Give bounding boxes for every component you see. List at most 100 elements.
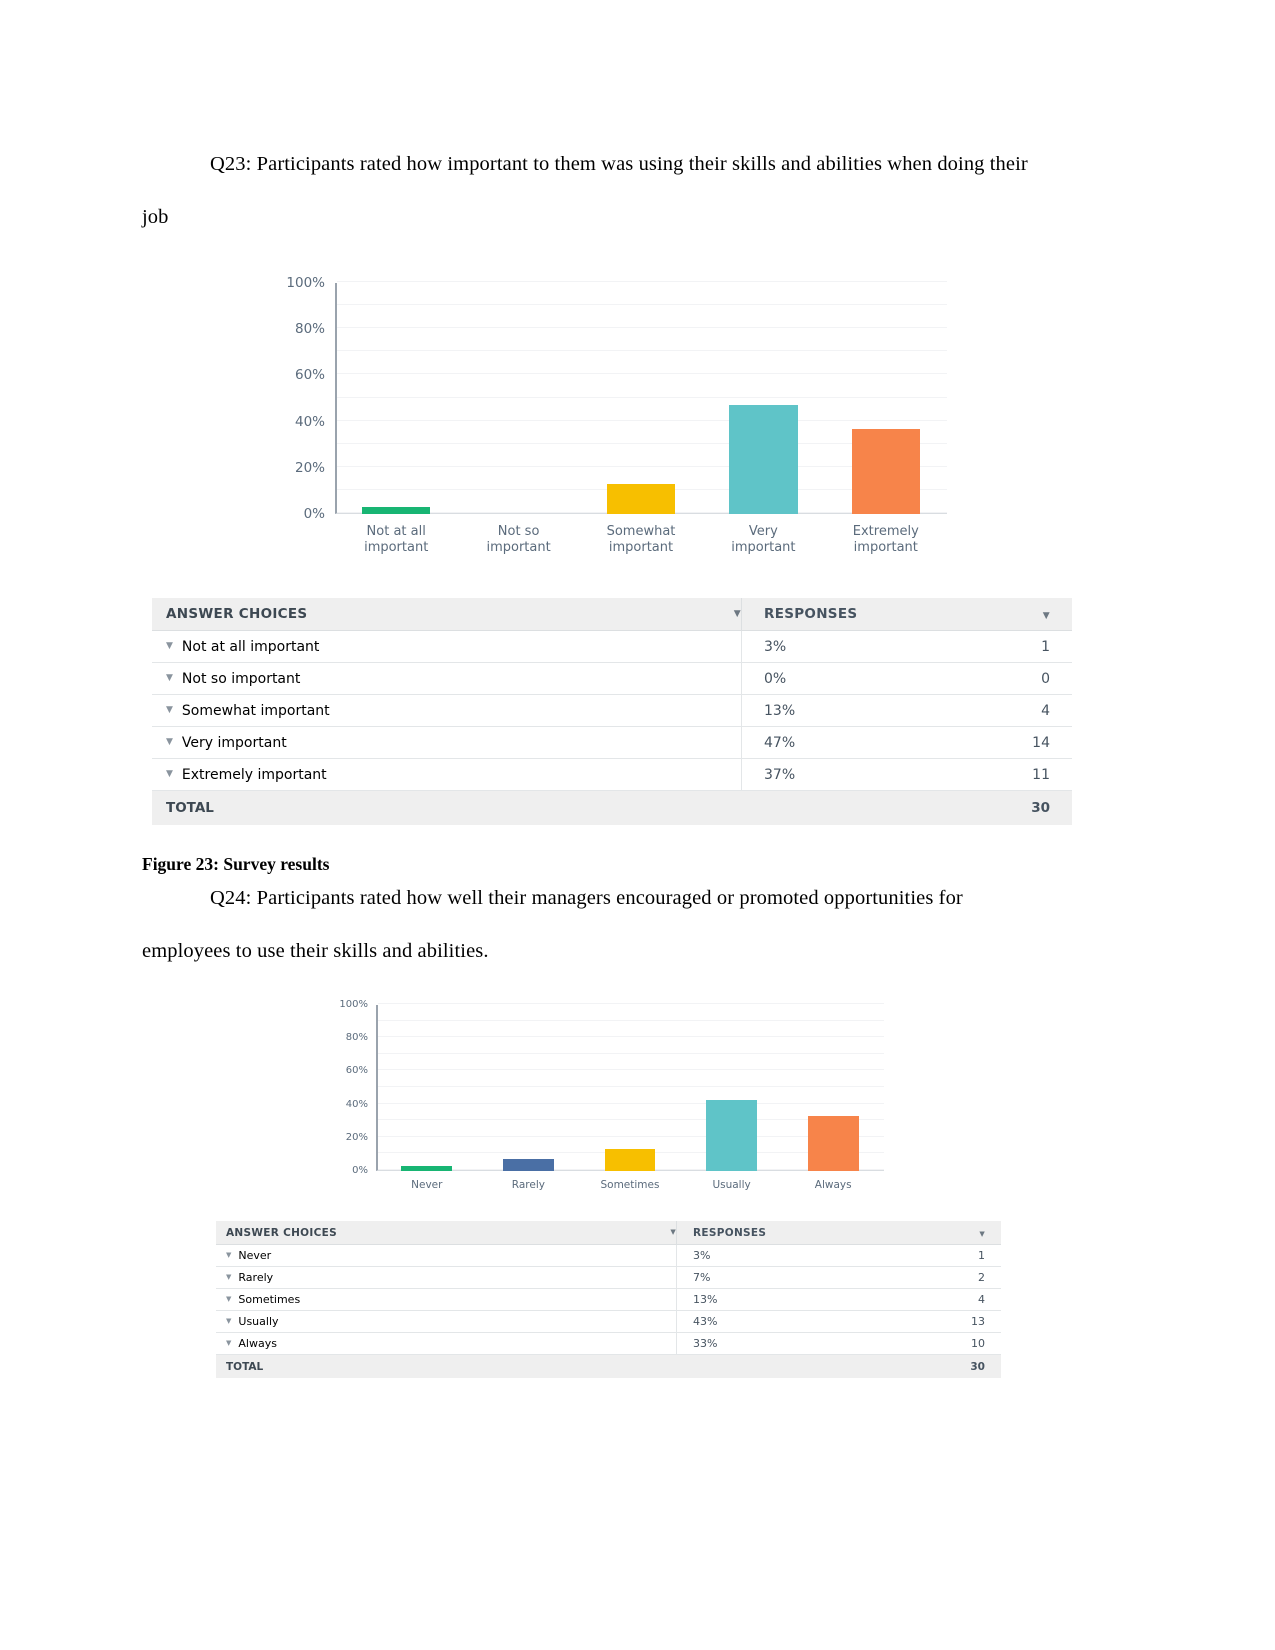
row-answer-choice: ▼ Rarely: [226, 1271, 676, 1284]
header-responses-label: RESPONSES: [764, 606, 858, 622]
caret-down-icon[interactable]: ▼: [226, 1318, 231, 1325]
row-answer-choice: ▼ Never: [226, 1249, 676, 1262]
x-axis-tick-label: Extremely important: [825, 524, 947, 557]
caret-down-icon[interactable]: ▼: [226, 1340, 231, 1347]
row-answer-choice: ▼ Very important: [166, 735, 741, 751]
x-axis-tick-label: Rarely: [478, 1179, 580, 1192]
bar-very-important: [729, 405, 798, 514]
header-responses[interactable]: RESPONSES: [677, 1227, 907, 1239]
gridline: [337, 281, 947, 282]
row-label: Not so important: [181, 670, 301, 687]
row-count: 0: [1041, 670, 1050, 687]
row-label: Usually: [238, 1315, 279, 1328]
header-answer-choices[interactable]: ANSWER CHOICES ▼: [226, 1227, 676, 1239]
y-axis-tick-label: 20%: [345, 1131, 368, 1143]
table-row: ▼ Always 33% 10: [216, 1333, 1001, 1355]
chevron-down-icon[interactable]: ▼: [1043, 611, 1050, 621]
gridline: [378, 1052, 884, 1054]
total-count: 30: [1031, 800, 1050, 816]
row-count: 13: [971, 1315, 985, 1328]
table-row: ▼ Never 3% 1: [216, 1245, 1001, 1267]
x-axis-label-line: Extremely: [852, 524, 919, 539]
gridline: [337, 373, 947, 375]
gridline: [378, 1036, 884, 1038]
caret-down-icon[interactable]: ▼: [226, 1274, 231, 1281]
caret-down-icon[interactable]: ▼: [166, 706, 173, 715]
y-axis-tick-label: 0%: [352, 1165, 368, 1176]
row-answer-choice: ▼ Always: [226, 1337, 676, 1350]
bar-sometimes: [604, 1149, 656, 1171]
x-axis-label-line: Always: [814, 1179, 852, 1191]
caret-down-icon[interactable]: ▼: [166, 674, 173, 683]
bar-rarely: [503, 1159, 554, 1171]
row-count: 1: [978, 1249, 985, 1262]
x-axis-label-line: Rarely: [511, 1179, 545, 1191]
results-table-q23: ANSWER CHOICES ▼ RESPONSES ▼ ▼ Not at all…: [152, 598, 1072, 825]
gridline: [378, 1003, 884, 1004]
document-page: Q23: Participants rated how important to…: [0, 0, 1275, 1650]
row-answer-choice: ▼ Extremely important: [166, 767, 741, 783]
y-axis-tick-label: 0%: [303, 506, 325, 522]
row-label: Not at all important: [181, 638, 320, 655]
row-label: Rarely: [238, 1271, 274, 1284]
table-total-row: TOTAL 30: [152, 791, 1072, 825]
table-header-row: ANSWER CHOICES ▼ RESPONSES ▼: [216, 1221, 1001, 1245]
row-percent: 0%: [764, 670, 787, 687]
y-axis-tick-label: 60%: [345, 1065, 368, 1077]
row-percent: 3%: [764, 638, 787, 655]
caret-down-icon[interactable]: ▼: [166, 738, 173, 747]
chevron-down-icon[interactable]: ▼: [979, 1230, 985, 1238]
row-label: Sometimes: [238, 1293, 301, 1306]
x-axis-tick-label: Very important: [702, 524, 824, 557]
table-body-q24: ▼ Never 3% 1 ▼ Rarely 7% 2 ▼ Sometimes 13% 4 ▼ Usuall…: [216, 1245, 1001, 1355]
header-answer-choices-label: ANSWER CHOICES: [226, 1226, 337, 1239]
x-axis-label-line: important: [486, 540, 551, 556]
row-count: 11: [1032, 766, 1050, 783]
gridline: [378, 1069, 884, 1071]
row-count: 14: [1032, 734, 1050, 751]
gridline: [378, 1086, 884, 1087]
header-count[interactable]: ▼: [1002, 606, 1072, 622]
row-percent: 7%: [693, 1271, 711, 1284]
caret-down-icon[interactable]: ▼: [226, 1296, 231, 1303]
x-axis-label-line: Somewhat: [606, 524, 676, 539]
row-count: 2: [978, 1271, 985, 1284]
bar-extremely-important: [851, 428, 921, 514]
x-axis-label-line: important: [731, 540, 796, 556]
total-label: TOTAL: [226, 1360, 264, 1373]
header-count[interactable]: ▼: [946, 1227, 1001, 1239]
caret-down-icon[interactable]: ▼: [166, 770, 173, 779]
q24-paragraph: Q24: Participants rated how well their m…: [142, 872, 1047, 978]
table-total-row: TOTAL 30: [216, 1355, 1001, 1378]
chevron-down-icon[interactable]: ▼: [734, 609, 741, 619]
row-label: Very important: [181, 734, 287, 751]
chart-q24: 0% 20% 40% 60% 80% 100% Never Rarely Sometimes U…: [216, 995, 1006, 1205]
row-percent: 43%: [693, 1315, 718, 1328]
bar-never: [401, 1166, 453, 1171]
table-row: ▼ Sometimes 13% 4: [216, 1289, 1001, 1311]
row-label: Never: [238, 1249, 272, 1262]
y-axis-tick-label: 100%: [286, 275, 325, 291]
row-count: 10: [971, 1337, 985, 1350]
column-divider: [741, 791, 742, 825]
q24-text: Q24: Participants rated how well their m…: [142, 887, 963, 962]
x-axis-label-line: Sometimes: [600, 1179, 660, 1191]
row-answer-choice: ▼ Usually: [226, 1315, 676, 1328]
bar-somewhat-important: [606, 483, 676, 514]
survey-block-q24: 0% 20% 40% 60% 80% 100% Never Rarely Sometimes U…: [216, 995, 1006, 1378]
x-axis-tick-label: Somewhat important: [580, 524, 702, 557]
gridline: [337, 327, 947, 329]
row-label: Somewhat important: [181, 702, 330, 719]
y-axis-tick-label: 40%: [294, 413, 325, 430]
row-percent: 33%: [693, 1337, 718, 1350]
results-table-q24: ANSWER CHOICES ▼ RESPONSES ▼ ▼ Never 3% 1 ▼ R…: [216, 1221, 1001, 1378]
caret-down-icon[interactable]: ▼: [166, 642, 173, 651]
x-axis-tick-label: Not so important: [457, 524, 579, 557]
table-header-row: ANSWER CHOICES ▼ RESPONSES ▼: [152, 598, 1072, 631]
header-responses[interactable]: RESPONSES: [742, 606, 992, 622]
caret-down-icon[interactable]: ▼: [226, 1252, 231, 1259]
header-answer-choices[interactable]: ANSWER CHOICES ▼: [166, 606, 741, 622]
gridline: [337, 350, 947, 352]
chart-q23: 0% 20% 40% 60% 80% 100% Not at all important No…: [142, 265, 1067, 565]
x-axis-label-line: important: [364, 540, 429, 556]
